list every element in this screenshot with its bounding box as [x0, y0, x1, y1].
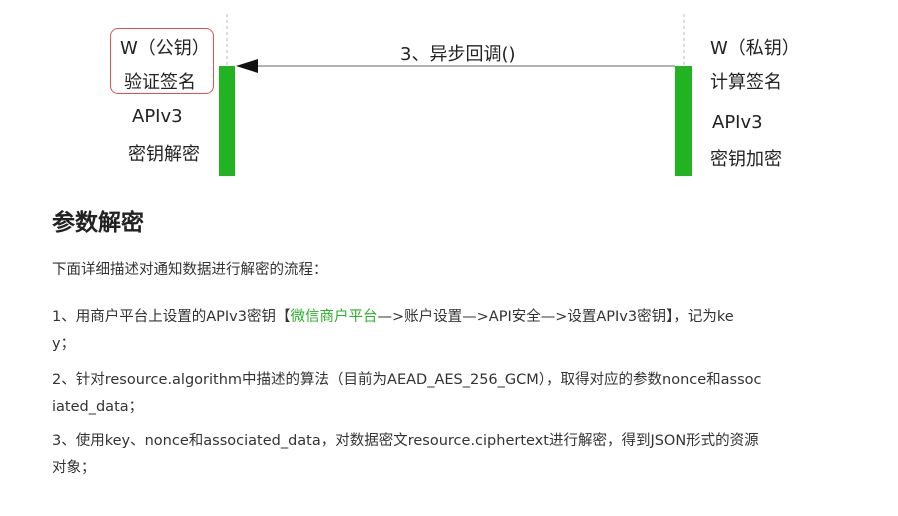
- left-actor-action: 验证签名: [124, 72, 196, 93]
- merchant-platform-link[interactable]: 微信商户平台: [290, 309, 377, 325]
- left-activation-bar: [219, 66, 235, 176]
- right-actor-op: 密钥加密: [710, 149, 782, 170]
- right-actor-title: W（私钥）: [710, 38, 800, 59]
- section-title: 参数解密: [52, 210, 144, 236]
- step-2: 2、针对resource.algorithm中描述的算法（目前为AEAD_AES…: [52, 367, 872, 421]
- left-actor-op: 密钥解密: [128, 144, 200, 165]
- step-1-prefix: 1、用商户平台上设置的APIv3密钥【: [52, 309, 291, 325]
- step-1-suffix: —>账户设置—>API安全—>设置APIv3密钥】，记为ke: [377, 309, 734, 325]
- right-actor-api: APIv3: [712, 112, 763, 133]
- step-1: 1、用商户平台上设置的APIv3密钥【微信商户平台—>账户设置—>API安全—>…: [52, 304, 872, 358]
- step-1-line2: y；: [52, 336, 76, 352]
- left-actor-title: W（公钥）: [120, 38, 210, 59]
- sequence-diagram: W（公钥） 验证签名 APIv3 密钥解密 3、异步回调() W（私钥） 计算签…: [0, 0, 898, 180]
- right-actor-action: 计算签名: [710, 72, 782, 93]
- step-3: 3、使用key、nonce和associated_data，对数据密文resou…: [52, 428, 872, 482]
- step-2-line2: iated_data；: [52, 399, 144, 415]
- message-label: 3、异步回调(): [400, 44, 516, 65]
- intro-text: 下面详细描述对通知数据进行解密的流程：: [52, 262, 328, 278]
- left-actor-api: APIv3: [132, 106, 183, 127]
- step-2-line1: 2、针对resource.algorithm中描述的算法（目前为AEAD_AES…: [52, 372, 762, 388]
- step-3-line2: 对象；: [52, 460, 96, 476]
- step-3-line1: 3、使用key、nonce和associated_data，对数据密文resou…: [52, 433, 759, 449]
- right-activation-bar: [675, 66, 692, 176]
- message-arrowhead: [236, 59, 258, 73]
